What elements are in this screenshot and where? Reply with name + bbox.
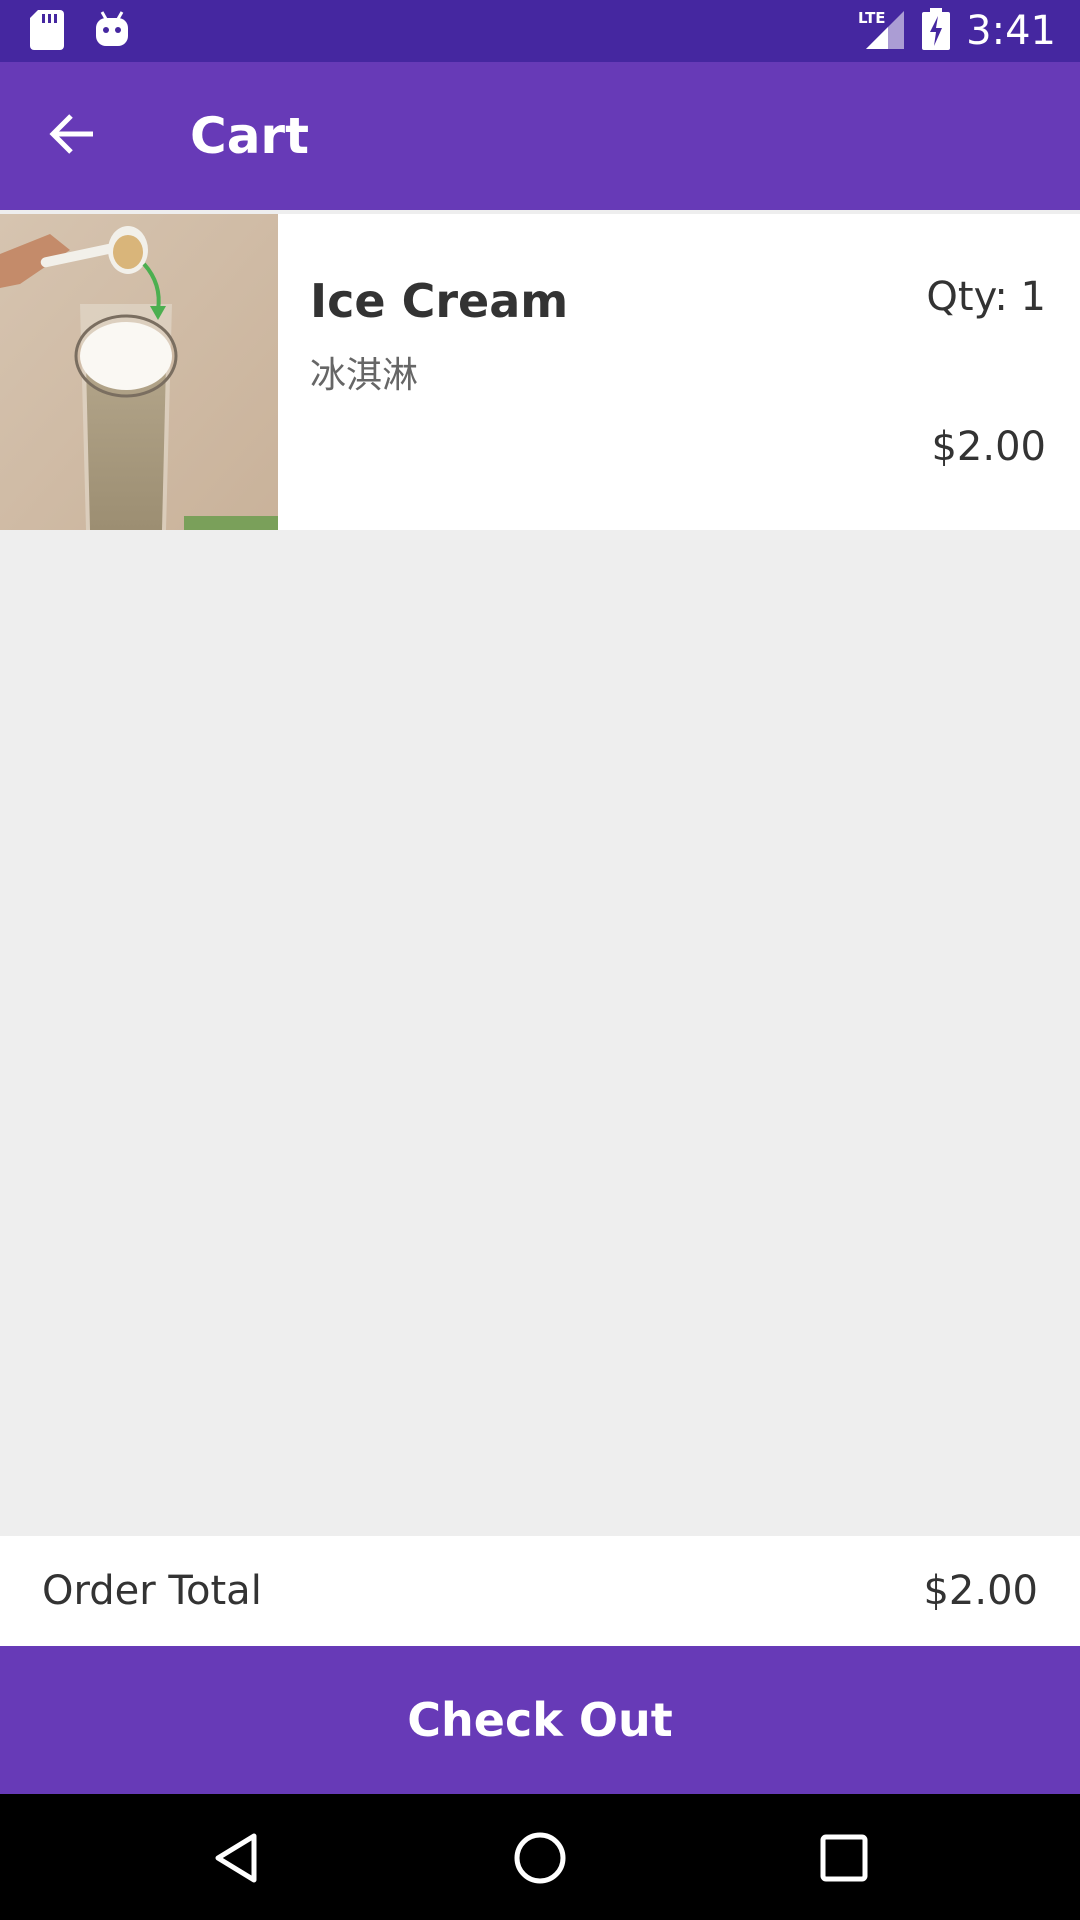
item-quantity: Qty: 1	[926, 274, 1046, 320]
arrow-back-icon	[49, 113, 97, 160]
battery-charging-icon	[922, 7, 951, 55]
nav-home-button[interactable]	[500, 1820, 580, 1900]
back-button[interactable]	[28, 100, 118, 172]
sd-card-icon	[30, 10, 64, 55]
item-name: Ice Cream	[310, 274, 569, 328]
triangle-back-icon	[208, 1830, 264, 1891]
lte-signal-icon: LTE	[858, 7, 906, 56]
svg-text:LTE: LTE	[858, 9, 886, 27]
nav-back-button[interactable]	[196, 1820, 276, 1900]
item-price: $2.00	[931, 424, 1046, 470]
square-recents-icon	[818, 1832, 870, 1889]
system-nav-bar	[0, 1794, 1080, 1920]
item-image	[0, 214, 278, 530]
order-total-value: $2.00	[923, 1568, 1038, 1614]
nav-recents-button[interactable]	[804, 1820, 884, 1900]
checkout-button[interactable]: Check Out	[0, 1646, 1080, 1794]
app-bar: Cart	[0, 62, 1080, 210]
order-total-label: Order Total	[42, 1568, 262, 1614]
order-total-row: Order Total $2.00	[0, 1536, 1080, 1646]
android-debug-icon	[94, 10, 130, 55]
status-time: 3:41	[966, 8, 1056, 54]
page-title: Cart	[190, 107, 309, 165]
status-bar: LTE 3:41	[0, 0, 1080, 62]
cart-item[interactable]: Ice Cream 冰淇淋 Qty: 1 $2.00	[0, 214, 1080, 530]
circle-home-icon	[512, 1830, 568, 1891]
item-subname: 冰淇淋	[310, 355, 419, 396]
